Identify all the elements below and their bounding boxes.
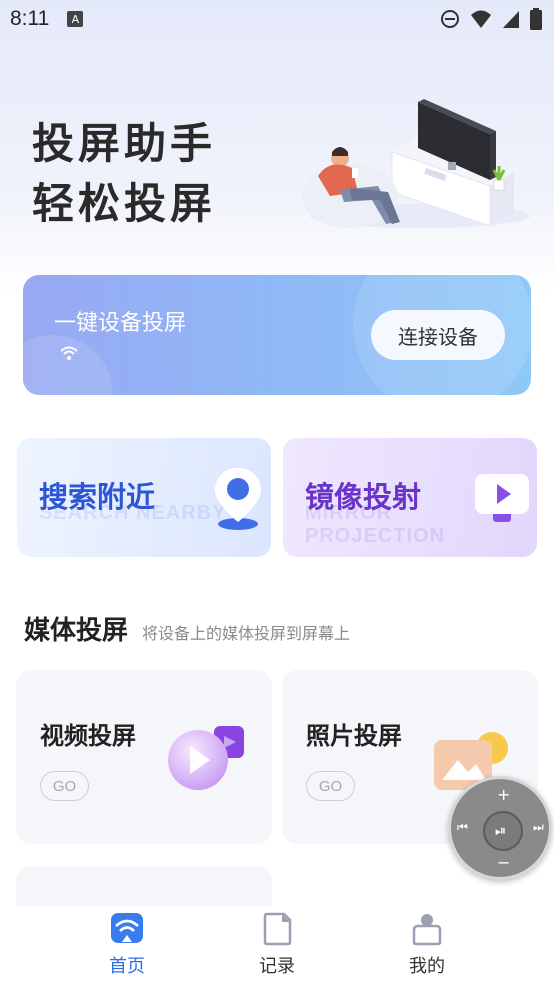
hero-title: 投屏助手 轻松投屏	[32, 114, 216, 234]
tab-profile-label: 我的	[409, 956, 445, 977]
connect-banner[interactable]: 一键设备投屏 连接设备	[23, 275, 531, 395]
tab-profile[interactable]: 我的	[372, 906, 482, 978]
do-not-disturb-icon	[441, 10, 459, 28]
banner-decor	[23, 335, 113, 395]
wifi-icon	[60, 346, 78, 360]
battery-icon	[530, 8, 542, 30]
play-pause-ring[interactable]: ⏯	[483, 811, 523, 851]
connect-device-button[interactable]: 连接设备	[371, 310, 505, 360]
mirror-projection-card[interactable]: MIRROR PROJECTION 镜像投射	[283, 438, 537, 557]
tab-records[interactable]: 记录	[222, 906, 332, 978]
video-play-icon	[168, 726, 244, 790]
photo-cast-label: 照片投屏	[306, 722, 402, 750]
location-pin-icon	[215, 468, 261, 530]
cast-home-icon	[111, 913, 143, 943]
volume-up-button[interactable]: +	[497, 785, 510, 804]
tab-home-label: 首页	[109, 956, 145, 977]
media-section-description: 将设备上的媒体投屏到屏幕上	[142, 624, 351, 643]
hero-line-1: 投屏助手	[32, 119, 217, 168]
video-cast-card[interactable]: 视频投屏 GO	[16, 670, 272, 844]
wifi-signal-icon	[471, 10, 491, 28]
status-time: 8:11	[10, 7, 50, 30]
hero-line-2: 轻松投屏	[32, 179, 217, 228]
tab-records-label: 记录	[259, 956, 295, 977]
mirror-projection-title: 镜像投射	[305, 480, 422, 514]
previous-button[interactable]: ⏮	[457, 820, 468, 835]
video-go-button[interactable]: GO	[40, 771, 89, 801]
search-nearby-card[interactable]: SEARCH NEARBY 搜索附近	[17, 438, 271, 557]
next-button[interactable]: ⏭	[533, 820, 544, 835]
search-nearby-title: 搜索附近	[39, 480, 156, 514]
video-cast-label: 视频投屏	[40, 722, 136, 750]
status-icons	[440, 8, 542, 30]
volume-down-button[interactable]: −	[497, 853, 510, 872]
media-section-header: 媒体投屏 将设备上的媒体投屏到屏幕上	[24, 610, 350, 647]
status-bar: 8:11 A	[0, 0, 554, 38]
banner-title: 一键设备投屏	[54, 311, 187, 336]
media-section-title: 媒体投屏	[24, 616, 129, 646]
notification-a-icon: A	[67, 11, 84, 27]
play-pause-button[interactable]: ⏯	[495, 823, 506, 839]
cell-signal-icon	[503, 11, 519, 28]
floating-remote[interactable]: + − ⏮ ⏭ ⏯	[448, 776, 552, 880]
bottom-tab-bar: 首页 记录 我的	[0, 906, 554, 984]
user-icon	[412, 914, 442, 946]
document-icon	[263, 912, 292, 946]
tab-home[interactable]: 首页	[72, 906, 182, 978]
hero-illustration	[302, 99, 530, 228]
screen-play-icon	[475, 474, 529, 522]
photo-go-button[interactable]: GO	[306, 771, 355, 801]
